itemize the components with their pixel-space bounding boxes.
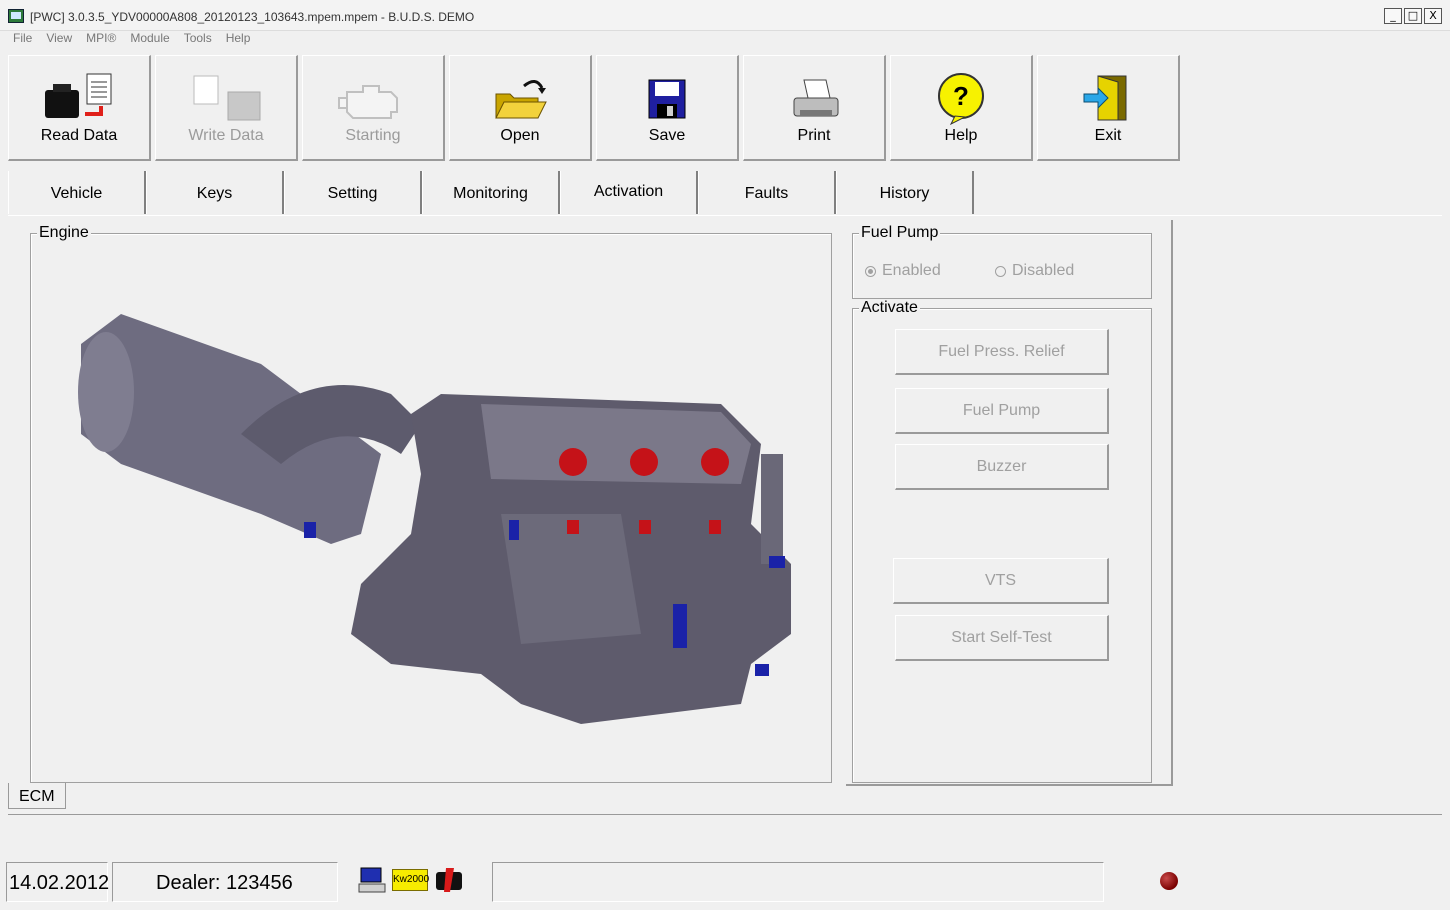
write-data-label: Write Data: [188, 127, 264, 144]
open-folder-icon: [495, 80, 547, 119]
menu-tools[interactable]: Tools: [177, 30, 219, 48]
minimize-button[interactable]: _: [1384, 8, 1402, 24]
save-label: Save: [648, 127, 686, 144]
help-button[interactable]: ? Help: [890, 55, 1033, 161]
fuel-pump-group: Fuel Pump Enabled Disabled: [852, 224, 1152, 299]
window-title: [PWC] 3.0.3.5_YDV00000A808_20120123_1036…: [30, 10, 475, 24]
floppy-disk-icon: [648, 79, 686, 119]
write-data-icon: [193, 75, 261, 121]
radio-unselected-icon: [995, 265, 1006, 277]
status-dealer: Dealer: 123456: [112, 862, 338, 902]
activate-group-title: Activate: [859, 299, 920, 317]
start-self-test-button[interactable]: Start Self-Test: [895, 615, 1109, 661]
read-data-icon: [45, 73, 112, 118]
print-button[interactable]: Print: [743, 55, 886, 161]
tab-monitoring[interactable]: Monitoring: [422, 171, 560, 214]
exit-door-icon: [1083, 75, 1127, 121]
fuel-pump-enabled-label: Enabled: [882, 262, 941, 279]
open-label: Open: [500, 127, 540, 144]
vts-button[interactable]: VTS: [893, 558, 1109, 604]
open-button[interactable]: Open: [449, 55, 592, 161]
toolbar: Read Data Write Data Starting Open Save …: [8, 55, 1184, 163]
activate-group: Activate Fuel Press. Relief Fuel Pump Bu…: [852, 299, 1152, 783]
help-label: Help: [944, 127, 978, 144]
status-led-icon: [1160, 872, 1178, 890]
read-data-button[interactable]: Read Data: [8, 55, 151, 161]
printer-icon: [793, 79, 839, 117]
write-data-button[interactable]: Write Data: [155, 55, 298, 161]
tab-ecm[interactable]: ECM: [8, 783, 66, 809]
close-button[interactable]: X: [1424, 8, 1442, 24]
save-button[interactable]: Save: [596, 55, 739, 161]
title-bar: [PWC] 3.0.3.5_YDV00000A808_20120123_1036…: [0, 0, 1450, 31]
menu-file[interactable]: File: [6, 30, 39, 48]
engine-image: [78, 314, 791, 724]
menu-help[interactable]: Help: [219, 30, 258, 48]
status-message: [492, 862, 1104, 902]
svg-text:?: ?: [953, 81, 969, 111]
read-data-label: Read Data: [40, 127, 118, 144]
tab-activation[interactable]: Activation: [560, 171, 698, 214]
menu-view[interactable]: View: [39, 30, 79, 48]
starting-label: Starting: [345, 127, 401, 144]
app-icon: [8, 9, 24, 23]
engine-group: Engine: [30, 224, 832, 783]
activation-panel: Engine Fuel Pump Enabled Disabled Activa…: [8, 215, 1442, 815]
tab-vehicle[interactable]: Vehicle: [8, 171, 146, 214]
engine-outline-icon: [338, 85, 398, 119]
maximize-button[interactable]: □: [1404, 8, 1422, 24]
exit-button[interactable]: Exit: [1037, 55, 1180, 161]
tab-keys[interactable]: Keys: [146, 171, 284, 214]
fuel-pump-enabled-radio[interactable]: Enabled: [865, 262, 941, 280]
menu-module[interactable]: Module: [123, 30, 176, 48]
fuel-pump-disabled-radio[interactable]: Disabled: [995, 262, 1074, 280]
engine-group-title: Engine: [37, 224, 91, 242]
status-date: 14.02.2012: [6, 862, 109, 902]
menu-mpi[interactable]: MPI®: [79, 30, 123, 48]
tab-faults[interactable]: Faults: [698, 171, 836, 214]
print-label: Print: [797, 127, 831, 144]
computer-icon: [358, 867, 386, 893]
starting-button[interactable]: Starting: [302, 55, 445, 161]
tab-strip: Vehicle Keys Setting Monitoring Activati…: [8, 171, 974, 214]
protocol-badge: Kw2000: [392, 869, 429, 891]
fuel-press-relief-button[interactable]: Fuel Press. Relief: [895, 329, 1109, 375]
fuel-pump-disabled-label: Disabled: [1012, 262, 1075, 279]
exit-label: Exit: [1094, 127, 1122, 144]
connection-status-icon: [436, 868, 462, 892]
tab-setting[interactable]: Setting: [284, 171, 422, 214]
status-icons: Kw2000: [358, 866, 464, 894]
radio-selected-icon: [865, 265, 876, 277]
fuel-pump-button[interactable]: Fuel Pump: [895, 388, 1109, 434]
help-icon: ?: [938, 73, 984, 126]
fuel-pump-group-title: Fuel Pump: [859, 224, 941, 242]
window-controls: _ □ X: [1384, 8, 1442, 24]
buzzer-button[interactable]: Buzzer: [895, 444, 1109, 490]
status-bar: 14.02.2012 Dealer: 123456 Kw2000: [0, 858, 1450, 910]
tab-history[interactable]: History: [836, 171, 974, 214]
menu-bar: File View MPI® Module Tools Help: [0, 30, 257, 48]
